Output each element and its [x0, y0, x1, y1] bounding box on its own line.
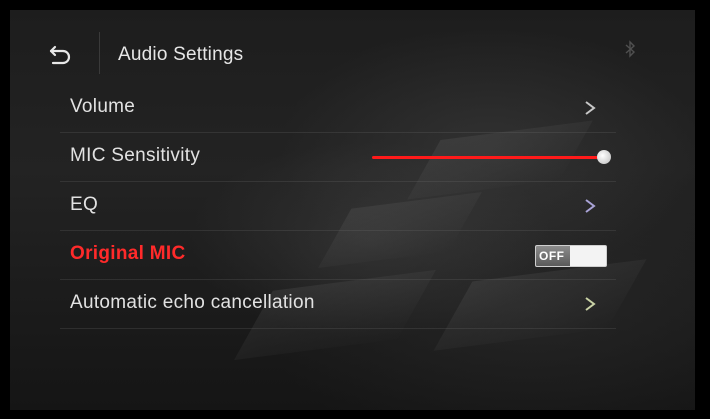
menu-item-label: Automatic echo cancellation	[70, 292, 315, 313]
menu-item-label: EQ	[70, 194, 99, 215]
menu-item-label: MIC Sensitivity	[70, 145, 201, 166]
mic-sensitivity-slider[interactable]	[372, 147, 611, 167]
original-mic-toggle[interactable]: OFF	[535, 245, 607, 267]
screen: Audio Settings Volume MIC Sensitivity EQ…	[10, 10, 695, 410]
chevron-right-icon	[585, 297, 596, 311]
menu-item-label: Original MIC	[70, 243, 186, 264]
chevron-right-icon	[585, 101, 596, 115]
page-title: Audio Settings	[118, 44, 244, 65]
device-frame: Audio Settings Volume MIC Sensitivity EQ…	[0, 0, 710, 419]
header-bar: Audio Settings	[10, 32, 610, 74]
toggle-state-label: OFF	[539, 249, 565, 263]
menu-item-eq[interactable]: EQ	[60, 182, 616, 231]
menu-item-volume[interactable]: Volume	[60, 84, 616, 133]
back-arrow-icon[interactable]	[46, 40, 76, 70]
slider-fill	[372, 156, 604, 159]
header-divider	[99, 32, 100, 74]
chevron-right-icon	[585, 199, 596, 213]
bluetooth-icon	[625, 40, 636, 58]
menu-item-label: Volume	[70, 96, 136, 117]
menu-item-original-mic: Original MIC OFF	[60, 231, 616, 280]
menu-item-echo-cancellation[interactable]: Automatic echo cancellation	[60, 280, 616, 329]
settings-menu: Volume MIC Sensitivity EQ Original MIC O…	[60, 84, 616, 329]
slider-handle[interactable]	[597, 150, 611, 164]
menu-item-mic-sensitivity: MIC Sensitivity	[60, 133, 616, 182]
